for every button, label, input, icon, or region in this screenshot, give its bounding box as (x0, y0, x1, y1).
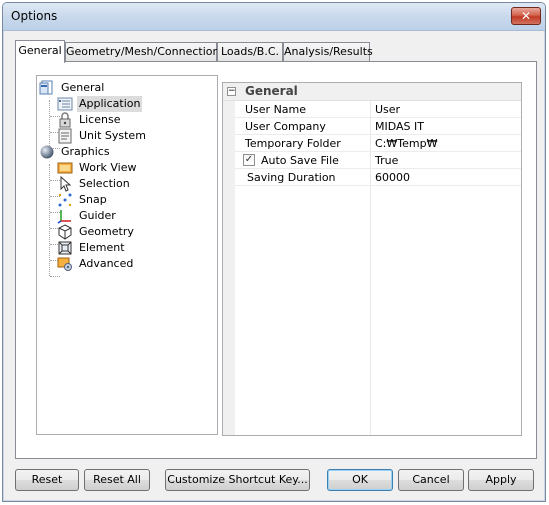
property-grid[interactable]: − General User Name User User Company MI… (222, 82, 522, 436)
tab-geometry-mesh-connections[interactable]: Geometry/Mesh/Connections (65, 42, 225, 62)
property-value[interactable]: 60000 (375, 171, 410, 184)
property-row-user-name[interactable]: User Name User (235, 101, 521, 118)
window-title: Options (11, 9, 58, 23)
license-lock-icon (57, 112, 73, 128)
property-value[interactable]: C:₩Temp₩ (375, 137, 437, 150)
reset-button[interactable]: Reset (15, 469, 79, 491)
guider-axes-icon (57, 208, 73, 224)
tab-general[interactable]: General (15, 40, 65, 63)
element-icon (57, 240, 73, 256)
property-row-saving-duration[interactable]: Saving Duration 60000 (235, 169, 521, 186)
tree-group-general[interactable]: General (39, 80, 106, 96)
snap-icon (57, 192, 73, 208)
application-icon (57, 96, 73, 112)
tree-item-element[interactable]: Element (57, 240, 127, 256)
close-icon: ✕ (520, 9, 532, 23)
customize-shortcut-key-button[interactable]: Customize Shortcut Key... (165, 469, 310, 491)
property-value[interactable]: True (375, 154, 398, 167)
ok-button[interactable]: OK (327, 469, 393, 491)
tab-loads-bc[interactable]: Loads/B.C. (217, 42, 283, 62)
tree-item-selection[interactable]: Selection (57, 175, 132, 192)
tree-item-advanced[interactable]: Advanced (57, 256, 135, 272)
general-tab-panel: General Application License Unit System (15, 61, 537, 459)
property-value[interactable]: User (375, 103, 400, 116)
property-name: User Company (245, 120, 326, 133)
tab-analysis-results[interactable]: Analysis/Results (283, 42, 373, 62)
collapse-icon[interactable]: − (227, 87, 236, 96)
tree-item-license[interactable]: License (57, 112, 122, 128)
unit-system-icon (57, 128, 73, 144)
selection-cursor-icon (57, 175, 73, 192)
options-tree[interactable]: General Application License Unit System (36, 75, 218, 435)
property-name: Temporary Folder (245, 137, 341, 150)
advanced-icon (57, 256, 73, 272)
tree-item-unit-system[interactable]: Unit System (57, 128, 148, 144)
graphics-sphere-icon (39, 144, 55, 160)
tree-item-snap[interactable]: Snap (57, 192, 109, 208)
property-row-auto-save-file[interactable]: ✓ Auto Save File True (235, 152, 521, 169)
tree-item-guider[interactable]: Guider (57, 208, 118, 224)
title-bar[interactable]: Options ✕ (3, 3, 545, 31)
work-view-icon (57, 160, 73, 176)
general-options-icon (39, 80, 55, 96)
tree-group-graphics[interactable]: Graphics (39, 144, 112, 160)
tree-item-application[interactable]: Application (57, 96, 143, 112)
property-category-general[interactable]: − General (223, 83, 521, 101)
property-row-temporary-folder[interactable]: Temporary Folder C:₩Temp₩ (235, 135, 521, 152)
property-value[interactable]: MIDAS IT (375, 120, 424, 133)
property-name: Auto Save File (261, 154, 339, 167)
reset-all-button[interactable]: Reset All (84, 469, 150, 491)
options-dialog: Options ✕ General Geometry/Mesh/Connecti… (2, 2, 546, 502)
tree-item-geometry[interactable]: Geometry (57, 224, 136, 240)
close-button[interactable]: ✕ (511, 7, 541, 25)
geometry-cube-icon (57, 224, 73, 240)
property-row-user-company[interactable]: User Company MIDAS IT (235, 118, 521, 135)
tree-item-work-view[interactable]: Work View (57, 160, 138, 176)
auto-save-checkbox[interactable]: ✓ (243, 154, 255, 166)
property-name: Saving Duration (247, 171, 336, 184)
apply-button[interactable]: Apply (468, 469, 534, 491)
property-name: User Name (245, 103, 307, 116)
cancel-button[interactable]: Cancel (398, 469, 464, 491)
